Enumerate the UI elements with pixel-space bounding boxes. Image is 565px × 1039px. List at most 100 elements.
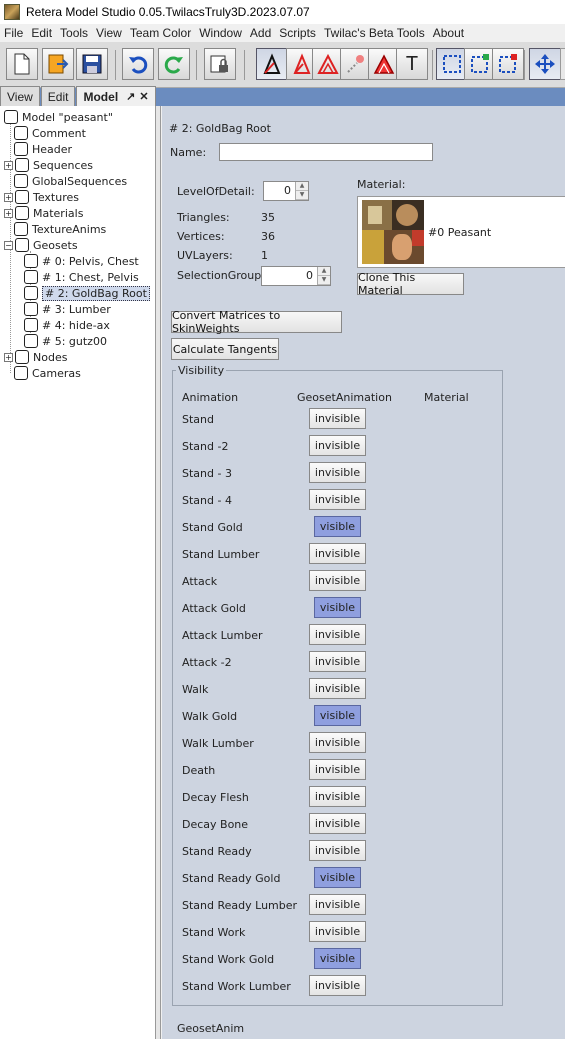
tab-view-label: View	[7, 89, 33, 104]
geosets-icon	[15, 238, 29, 252]
split-divider[interactable]	[156, 106, 161, 1039]
tree-node-label: Textures	[33, 190, 79, 204]
tree-item-0-pelvis-chest[interactable]: # 0: Pelvis, Chest	[24, 253, 139, 269]
tree-node-label: Model "peasant"	[22, 110, 113, 124]
geoset-icon	[24, 254, 38, 268]
visibility-toggle-button[interactable]: invisible	[309, 732, 366, 753]
tab-view[interactable]: View	[0, 86, 40, 106]
expand-icon[interactable]: +	[4, 160, 13, 170]
move-tool-button[interactable]	[529, 48, 561, 80]
undo-button[interactable]	[122, 48, 154, 80]
name-input[interactable]	[219, 143, 433, 161]
visibility-toggle-button[interactable]: invisible	[309, 786, 366, 807]
select-pointer-icon	[263, 53, 281, 74]
tree-item-3-lumber[interactable]: # 3: Lumber	[24, 301, 111, 317]
spinner-down-icon[interactable]: ▼	[318, 276, 330, 285]
select-pointer-button[interactable]	[256, 48, 288, 80]
visibility-toggle-button[interactable]: invisible	[309, 678, 366, 699]
pin-icon[interactable]: ↗	[126, 90, 135, 103]
close-icon[interactable]: ✕	[139, 90, 148, 103]
visibility-toggle-button[interactable]: invisible	[309, 651, 366, 672]
spinner-down-icon[interactable]: ▼	[296, 191, 308, 200]
geoset-panel: # 2: GoldBag Root Name: LevelOfDetail: 0…	[162, 106, 565, 1039]
menu-add[interactable]: Add	[250, 26, 271, 40]
expand-icon[interactable]: +	[4, 208, 13, 218]
visibility-toggle-button[interactable]: visible	[314, 948, 361, 969]
menu-scripts[interactable]: Scripts	[279, 26, 316, 40]
visibility-toggle-button[interactable]: invisible	[309, 462, 366, 483]
visibility-toggle-button[interactable]: invisible	[309, 435, 366, 456]
calculate-tangents-button[interactable]: Calculate Tangents	[171, 338, 279, 360]
menu-file[interactable]: File	[4, 26, 23, 40]
collapse-icon[interactable]: −	[4, 240, 13, 250]
tree-node-label: # 3: Lumber	[42, 302, 111, 316]
selgroup-value: 0	[306, 269, 313, 282]
menu-twilac-s-beta-tools[interactable]: Twilac's Beta Tools	[324, 26, 425, 40]
text-tool-button[interactable]: T	[396, 48, 428, 80]
geoset-icon	[24, 270, 38, 284]
visibility-toggle-button[interactable]: invisible	[309, 894, 366, 915]
visibility-toggle-button[interactable]: invisible	[309, 543, 366, 564]
visibility-toggle-button[interactable]: invisible	[309, 975, 366, 996]
tree-item-2-goldbag-root[interactable]: # 2: GoldBag Root	[24, 285, 150, 301]
visibility-toggle-button[interactable]: invisible	[309, 624, 366, 645]
clone-material-button[interactable]: Clone This Material	[357, 271, 464, 297]
tree-item-geosets[interactable]: − Geosets	[4, 237, 78, 253]
tree-item-textureanims[interactable]: TextureAnims	[14, 221, 106, 237]
spinner-up-icon[interactable]: ▲	[296, 182, 308, 191]
redo-button[interactable]	[158, 48, 190, 80]
open-file-button[interactable]	[42, 48, 74, 80]
visibility-toggle-button[interactable]: invisible	[309, 840, 366, 861]
menu-about[interactable]: About	[433, 26, 464, 40]
spinner-up-icon[interactable]: ▲	[318, 267, 330, 276]
visibility-toggle-button[interactable]: visible	[314, 516, 361, 537]
visibility-toggle-button[interactable]: visible	[314, 867, 361, 888]
visibility-toggle-button[interactable]: invisible	[309, 570, 366, 591]
header-icon	[14, 142, 28, 156]
tree-item-header[interactable]: Header	[14, 141, 72, 157]
visibility-toggle-button[interactable]: invisible	[309, 489, 366, 510]
col-animation: Animation	[182, 391, 239, 404]
tree-item-globalsequences[interactable]: GlobalSequences	[14, 173, 127, 189]
tree-item-materials[interactable]: + Materials	[4, 205, 83, 221]
lock-button[interactable]	[204, 48, 236, 80]
tree-item-1-chest-pelvis[interactable]: # 1: Chest, Pelvis	[24, 269, 139, 285]
visibility-toggle-button[interactable]: invisible	[309, 759, 366, 780]
menu-view[interactable]: View	[96, 26, 122, 40]
tree-item-5-gutz00[interactable]: # 5: gutz00	[24, 333, 107, 349]
tree-node-label: Sequences	[33, 158, 93, 172]
visibility-toggle-button[interactable]: invisible	[309, 921, 366, 942]
visibility-toggle-button[interactable]: invisible	[309, 408, 366, 429]
visibility-toggle-button[interactable]: visible	[314, 705, 361, 726]
selgroup-spinner[interactable]: 0 ▲ ▼	[261, 266, 331, 286]
convert-matrices-button[interactable]: Convert Matrices to SkinWeights	[171, 309, 342, 335]
menu-edit[interactable]: Edit	[31, 26, 52, 40]
material-selector[interactable]: #0 Peasant	[357, 196, 565, 268]
lod-value: 0	[284, 184, 291, 197]
lod-spinner[interactable]: 0 ▲ ▼	[263, 181, 309, 201]
new-file-icon	[14, 53, 30, 75]
select-remove-button[interactable]	[492, 48, 524, 80]
tree-item-cameras[interactable]: Cameras	[14, 365, 81, 381]
menu-window[interactable]: Window	[199, 26, 242, 40]
menu-tools[interactable]: Tools	[60, 26, 88, 40]
expand-icon[interactable]: +	[4, 192, 13, 202]
model-tree[interactable]: Model "peasant" Comment Header + Sequences Gl…	[0, 106, 156, 1039]
tab-edit[interactable]: Edit	[40, 86, 76, 106]
tree-node-label: Header	[32, 142, 73, 156]
new-file-button[interactable]	[6, 48, 38, 80]
window-title: Retera Model Studio 0.05.TwilacsTruly3D.…	[26, 5, 310, 19]
tree-item-nodes[interactable]: + Nodes	[4, 349, 67, 365]
tree-item-sequences[interactable]: + Sequences	[4, 157, 93, 173]
tree-item-comment[interactable]: Comment	[14, 125, 86, 141]
save-button[interactable]	[76, 48, 108, 80]
visibility-toggle-button[interactable]: invisible	[309, 813, 366, 834]
expand-icon[interactable]: +	[4, 352, 13, 362]
visibility-toggle-button[interactable]: visible	[314, 597, 361, 618]
tab-model[interactable]: Model ↗ ✕	[76, 86, 156, 106]
tree-item-textures[interactable]: + Textures	[4, 189, 79, 205]
tree-root-model[interactable]: Model "peasant"	[4, 109, 113, 125]
animation-name: Stand Work Lumber	[182, 980, 291, 993]
tree-item-4-hide-ax[interactable]: # 4: hide-ax	[24, 317, 110, 333]
menu-team-color[interactable]: Team Color	[130, 26, 191, 40]
